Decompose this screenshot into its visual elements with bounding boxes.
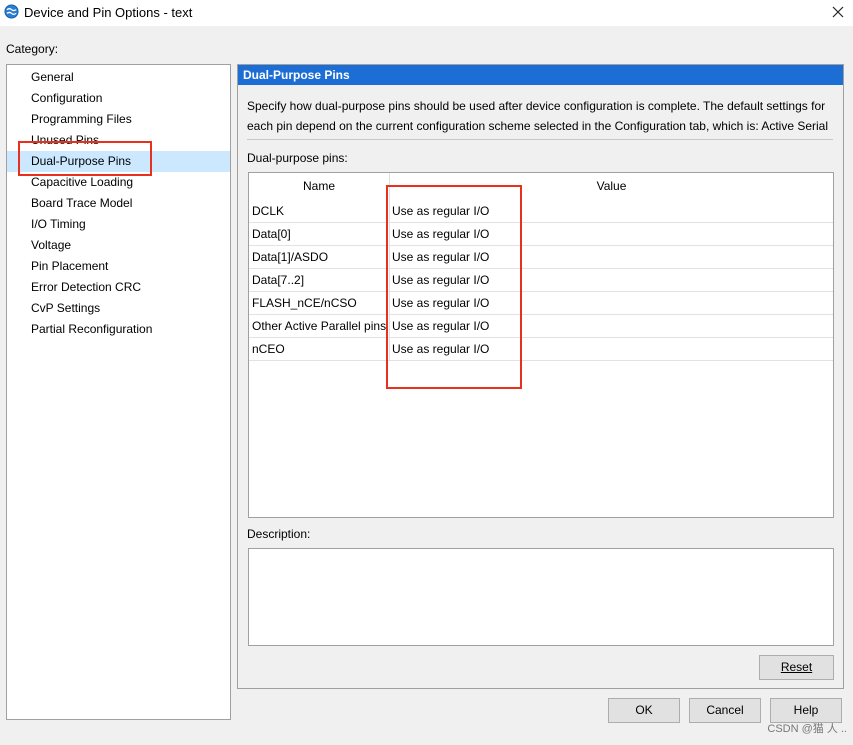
column-divider — [389, 246, 390, 269]
table-row[interactable]: Data[7..2] Use as regular I/O — [249, 269, 833, 292]
title-bar: Device and Pin Options - text — [0, 0, 853, 26]
pins-table: Name Value DCLK Use as regular I/O Data[… — [248, 172, 834, 518]
window-title: Device and Pin Options - text — [24, 5, 193, 20]
description-box — [248, 548, 834, 646]
category-label: Category: — [6, 42, 59, 56]
pin-value[interactable]: Use as regular I/O — [392, 269, 489, 292]
reset-label: Reset — [780, 660, 813, 674]
pin-name: Data[7..2] — [252, 273, 305, 287]
category-item-unused-pins[interactable]: Unused Pins — [7, 130, 230, 151]
pin-value[interactable]: Use as regular I/O — [392, 338, 489, 361]
category-item-voltage[interactable]: Voltage — [7, 235, 230, 256]
column-divider — [389, 315, 390, 338]
close-button[interactable] — [823, 0, 853, 24]
column-header-value[interactable]: Value — [390, 173, 833, 200]
table-row[interactable]: DCLK Use as regular I/O — [249, 200, 833, 223]
pin-value[interactable]: Use as regular I/O — [392, 223, 489, 246]
reset-button[interactable]: Reset — [759, 655, 834, 680]
column-header-name[interactable]: Name — [249, 173, 389, 200]
category-item-error-detection-crc[interactable]: Error Detection CRC — [7, 277, 230, 298]
watermark: CSDN @猫 人 .. — [767, 723, 847, 735]
category-item-dual-purpose-pins[interactable]: Dual-Purpose Pins — [7, 151, 230, 172]
pin-value[interactable]: Use as regular I/O — [392, 292, 489, 315]
pin-name: FLASH_nCE/nCSO — [252, 296, 357, 310]
table-row[interactable]: Data[1]/ASDO Use as regular I/O — [249, 246, 833, 269]
category-item-programming-files[interactable]: Programming Files — [7, 109, 230, 130]
table-row[interactable]: Other Active Parallel pins Use as regula… — [249, 315, 833, 338]
divider — [247, 139, 833, 140]
panel-description-line: Specify how dual-purpose pins should be … — [247, 99, 826, 113]
pin-name: Data[0] — [252, 227, 291, 241]
app-globe-icon — [4, 4, 19, 19]
category-item-pin-placement[interactable]: Pin Placement — [7, 256, 230, 277]
table-row[interactable]: Data[0] Use as regular I/O — [249, 223, 833, 246]
panel-header: Dual-Purpose Pins — [238, 65, 843, 85]
cancel-button[interactable]: Cancel — [689, 698, 761, 723]
category-item-board-trace-model[interactable]: Board Trace Model — [7, 193, 230, 214]
column-divider — [389, 223, 390, 246]
column-divider — [389, 292, 390, 315]
pin-name: nCEO — [252, 342, 285, 356]
column-divider — [389, 200, 390, 223]
column-divider — [389, 338, 390, 361]
column-divider — [389, 269, 390, 292]
table-row[interactable]: nCEO Use as regular I/O — [249, 338, 833, 361]
category-list: General Configuration Programming Files … — [6, 64, 231, 720]
panel-description: Specify how dual-purpose pins should be … — [247, 96, 842, 136]
category-item-cvp-settings[interactable]: CvP Settings — [7, 298, 230, 319]
pin-value[interactable]: Use as regular I/O — [392, 246, 489, 269]
pins-label: Dual-purpose pins: — [247, 151, 348, 165]
ok-button[interactable]: OK — [608, 698, 680, 723]
category-item-partial-reconfiguration[interactable]: Partial Reconfiguration — [7, 319, 230, 340]
description-label: Description: — [247, 527, 311, 541]
pin-name: Other Active Parallel pins — [252, 319, 387, 333]
pin-name: Data[1]/ASDO — [252, 250, 329, 264]
pin-name: DCLK — [252, 204, 285, 218]
panel-description-line: each pin depend on the current configura… — [247, 119, 829, 133]
category-item-io-timing[interactable]: I/O Timing — [7, 214, 230, 235]
category-item-configuration[interactable]: Configuration — [7, 88, 230, 109]
dual-purpose-pins-panel: Dual-Purpose Pins Specify how dual-purpo… — [237, 64, 844, 689]
pin-value[interactable]: Use as regular I/O — [392, 200, 489, 223]
pin-value[interactable]: Use as regular I/O — [392, 315, 489, 338]
category-item-general[interactable]: General — [7, 67, 230, 88]
table-row[interactable]: FLASH_nCE/nCSO Use as regular I/O — [249, 292, 833, 315]
category-item-capacitive-loading[interactable]: Capacitive Loading — [7, 172, 230, 193]
close-icon — [832, 6, 844, 18]
